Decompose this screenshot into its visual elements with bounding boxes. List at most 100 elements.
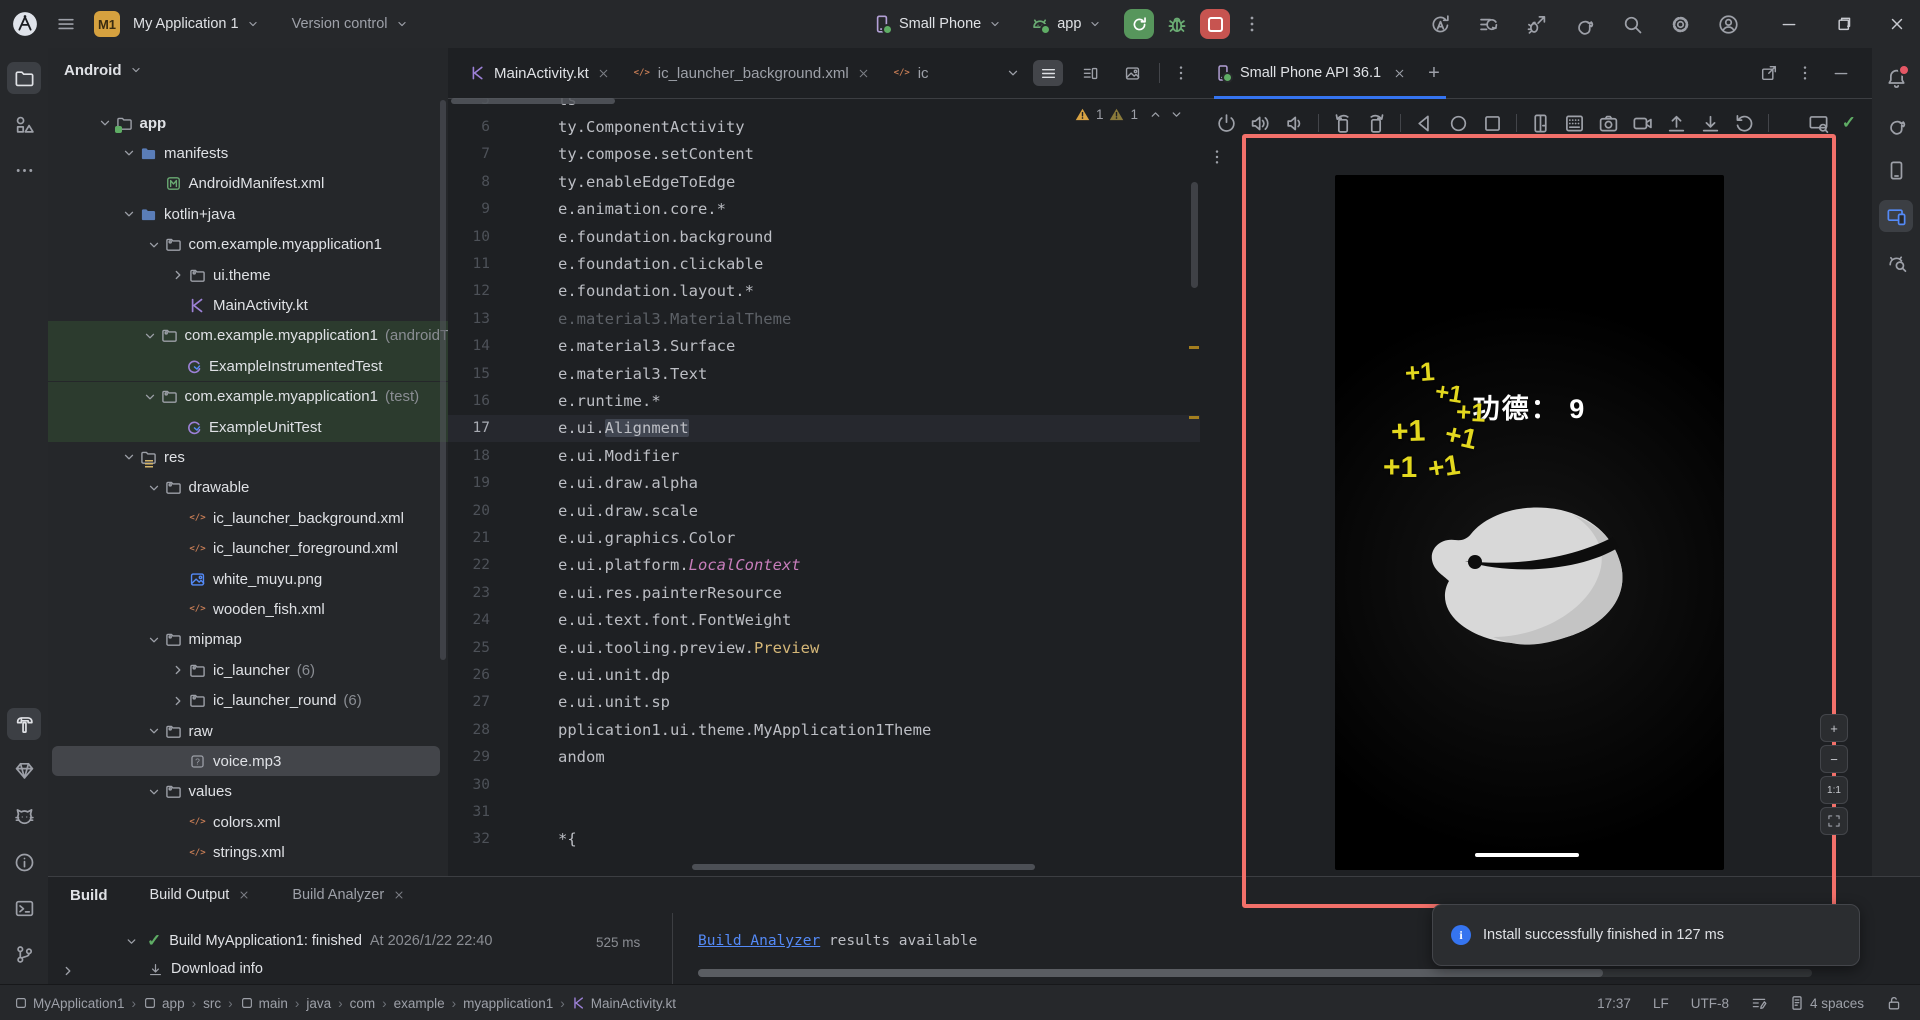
tree-row-ExampleInstrumentedTest[interactable]: ExampleInstrumentedTest bbox=[48, 351, 448, 381]
fold-device-icon[interactable] bbox=[1530, 113, 1551, 134]
tree-row-wooden_fish.xml[interactable]: </>wooden_fish.xml bbox=[52, 594, 440, 624]
tool-strip-logcat[interactable] bbox=[7, 800, 41, 832]
zoom-in-button[interactable]: + bbox=[1820, 714, 1848, 742]
indent-size-widget[interactable]: 4 spaces bbox=[1789, 995, 1864, 1011]
collapse-icon[interactable] bbox=[124, 934, 139, 949]
tool-strip-device-manager[interactable] bbox=[1879, 154, 1913, 186]
editor-vscrollbar[interactable] bbox=[1191, 182, 1198, 288]
tree-row-strings.xml[interactable]: </>strings.xml bbox=[52, 838, 440, 868]
screen-record-icon[interactable] bbox=[1632, 113, 1653, 134]
settings-icon[interactable] bbox=[1670, 14, 1691, 35]
code-editor[interactable]: 5ts6ty.ComponentActivity7ty.compose.setC… bbox=[448, 98, 1200, 876]
design-view-button[interactable] bbox=[1117, 60, 1147, 86]
close-icon[interactable] bbox=[597, 67, 610, 80]
chevron-down-icon[interactable] bbox=[121, 449, 137, 465]
project-selector[interactable]: M1 My Application 1 bbox=[94, 11, 260, 37]
build-status-row[interactable]: ✓ Build MyApplication1: finished At 2026… bbox=[124, 931, 492, 951]
breadcrumb-myapplication1[interactable]: myapplication1 bbox=[463, 996, 553, 1011]
debug-button[interactable] bbox=[1166, 13, 1188, 35]
tool-strip-more-tool-windows[interactable] bbox=[7, 154, 41, 186]
project-scrollbar[interactable] bbox=[440, 100, 446, 660]
overview-icon[interactable] bbox=[1482, 113, 1503, 134]
breadcrumb-com[interactable]: com bbox=[350, 996, 376, 1011]
editor-hscrollbar[interactable] bbox=[692, 864, 1035, 870]
home-icon[interactable] bbox=[1448, 113, 1469, 134]
caret-position-widget[interactable]: 17:37 bbox=[1597, 996, 1631, 1011]
line-separator-widget[interactable]: LF bbox=[1653, 996, 1669, 1011]
run-configuration-selector[interactable]: app bbox=[1030, 14, 1102, 34]
console-hscrollbar[interactable] bbox=[698, 969, 1812, 977]
device-view-options-icon[interactable] bbox=[1208, 148, 1226, 166]
virtual-keyboard-icon[interactable] bbox=[1564, 113, 1585, 134]
editor-tab-MainActivity.kt[interactable]: MainActivity.kt bbox=[458, 48, 622, 98]
tree-row-ic_launcher_foreground.xml[interactable]: </>ic_launcher_foreground.xml bbox=[52, 534, 440, 564]
profiler-icon[interactable] bbox=[1478, 14, 1499, 35]
tree-row-white_muyu.png[interactable]: white_muyu.png bbox=[52, 564, 440, 594]
chevron-down-icon[interactable] bbox=[146, 784, 162, 800]
chevron-right-icon[interactable] bbox=[170, 662, 186, 678]
tool-strip-gradle[interactable] bbox=[1879, 108, 1913, 140]
editor-hscrollbar-top[interactable] bbox=[451, 98, 615, 104]
tool-strip-notifications[interactable] bbox=[1879, 62, 1913, 94]
gradle-sync-icon[interactable] bbox=[1574, 14, 1595, 35]
build-analyzer-link[interactable]: Build Analyzer bbox=[698, 933, 820, 949]
expand-node-icon[interactable] bbox=[60, 963, 76, 979]
screenshot-icon[interactable] bbox=[1598, 113, 1619, 134]
zoom-fit-button[interactable] bbox=[1820, 807, 1848, 835]
tree-row-ic_launcher_background.xml[interactable]: </>ic_launcher_background.xml bbox=[52, 503, 440, 533]
tree-row-colors.xml[interactable]: </>colors.xml bbox=[52, 807, 440, 837]
wooden-fish-image[interactable] bbox=[1423, 487, 1637, 655]
add-device-tab-button[interactable]: + bbox=[1428, 62, 1440, 85]
tool-strip-resource-manager[interactable] bbox=[7, 108, 41, 140]
editor-options-icon[interactable] bbox=[1172, 64, 1190, 82]
attach-debugger-icon[interactable] bbox=[1526, 14, 1547, 35]
tool-strip-project-folder[interactable] bbox=[7, 62, 41, 94]
tree-row-com.example.myapplication1[interactable]: com.example.myapplication1(test) bbox=[48, 382, 448, 412]
chevron-down-icon[interactable] bbox=[142, 389, 158, 405]
editor-tab-ic[interactable]: </>ic bbox=[882, 48, 941, 98]
close-icon[interactable] bbox=[238, 889, 250, 901]
tool-strip-terminal[interactable] bbox=[7, 892, 41, 924]
chevron-down-icon[interactable] bbox=[146, 723, 162, 739]
indent-config-widget[interactable] bbox=[1751, 995, 1767, 1011]
chevron-down-icon[interactable] bbox=[142, 328, 158, 344]
tree-row-app[interactable]: app bbox=[52, 108, 440, 138]
tool-strip-version-control[interactable] bbox=[7, 938, 41, 970]
build-tab-Build Output[interactable]: Build Output bbox=[150, 887, 251, 903]
breadcrumb-src[interactable]: src bbox=[203, 996, 221, 1011]
tree-row-kotlin+java[interactable]: kotlin+java bbox=[52, 199, 440, 229]
tree-row-values[interactable]: values bbox=[52, 777, 440, 807]
zoom-out-button[interactable]: − bbox=[1820, 745, 1848, 773]
breadcrumb-app[interactable]: app bbox=[143, 996, 185, 1011]
inspection-widget[interactable]: 1 1 bbox=[1075, 107, 1184, 122]
device-panel-options-icon[interactable] bbox=[1796, 64, 1814, 82]
device-tab[interactable]: Small Phone API 36.1 bbox=[1214, 64, 1406, 82]
encoding-widget[interactable]: UTF-8 bbox=[1691, 996, 1729, 1011]
close-device-tab-icon[interactable] bbox=[1393, 67, 1406, 80]
readonly-toggle[interactable] bbox=[1886, 995, 1902, 1011]
rerun-button[interactable] bbox=[1124, 9, 1154, 39]
breadcrumb-MainActivity.kt[interactable]: MainActivity.kt bbox=[572, 996, 676, 1011]
tree-row-com.example.myapplication1[interactable]: com.example.myapplication1(androidTest) bbox=[48, 321, 448, 351]
chevron-down-icon[interactable] bbox=[146, 237, 162, 253]
previous-problem-icon[interactable] bbox=[1148, 107, 1163, 122]
code-view-button[interactable] bbox=[1033, 60, 1063, 86]
chevron-right-icon[interactable] bbox=[170, 267, 186, 283]
window-restore-button[interactable] bbox=[1834, 15, 1852, 33]
next-problem-icon[interactable] bbox=[1169, 107, 1184, 122]
tool-strip-gemini[interactable] bbox=[7, 754, 41, 786]
editor-tab-ic_launcher_background.xml[interactable]: </>ic_launcher_background.xml bbox=[622, 48, 882, 98]
download-info-row[interactable]: Download info bbox=[148, 961, 263, 977]
volume-down-icon[interactable] bbox=[1284, 113, 1305, 134]
hide-panel-icon[interactable] bbox=[1832, 64, 1850, 82]
emulator-screen[interactable]: 功德： 9 +1+1+1+1+1+1+1 bbox=[1335, 175, 1724, 870]
breadcrumb-example[interactable]: example bbox=[394, 996, 445, 1011]
power-icon[interactable] bbox=[1216, 113, 1237, 134]
chevron-down-icon[interactable] bbox=[97, 115, 113, 131]
build-tab-Build Analyzer[interactable]: Build Analyzer bbox=[292, 887, 405, 903]
back-icon[interactable] bbox=[1414, 113, 1435, 134]
notification-toast[interactable]: i Install successfully finished in 127 m… bbox=[1432, 904, 1860, 966]
version-control-menu[interactable]: Version control bbox=[292, 16, 409, 32]
zoom-reset-button[interactable]: 1:1 bbox=[1820, 776, 1848, 804]
tree-row-voice.mp3[interactable]: ?voice.mp3 bbox=[52, 746, 440, 776]
